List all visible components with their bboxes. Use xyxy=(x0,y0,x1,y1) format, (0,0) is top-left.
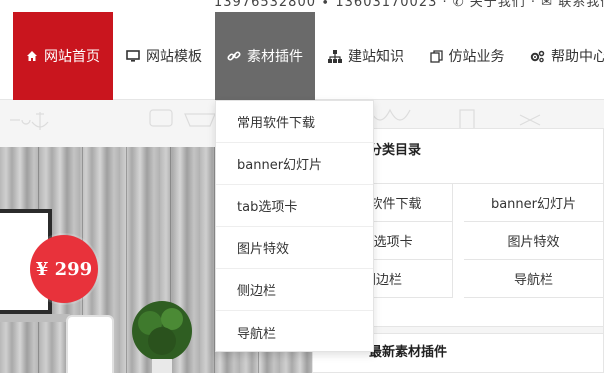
nav-label-knowledge: 建站知识 xyxy=(348,49,404,65)
link-icon xyxy=(227,49,241,63)
gears-icon xyxy=(530,50,545,63)
nav-label-home: 网站首页 xyxy=(44,49,100,65)
plank-line xyxy=(126,147,127,373)
nav-item-help[interactable]: 帮助中心 xyxy=(518,12,604,100)
latest-plugins-title: 最新素材插件 xyxy=(369,345,448,360)
nav-item-plugins[interactable]: 素材插件 xyxy=(215,12,315,100)
copy-icon xyxy=(429,49,443,63)
category-cell[interactable]: banner幻灯片 xyxy=(464,184,604,222)
plugins-dropdown-menu: 常用软件下载 banner幻灯片 tab选项卡 图片特效 侧边栏 导航栏 xyxy=(215,100,374,352)
nav-label-templates: 网站模板 xyxy=(146,49,202,65)
home-icon xyxy=(26,50,38,62)
nav-label-clone-service: 仿站业务 xyxy=(448,49,505,65)
price-badge: ¥ 299 xyxy=(30,235,98,303)
nav-item-clone-service[interactable]: 仿站业务 xyxy=(417,12,517,100)
nav-label-help: 帮助中心 xyxy=(551,49,604,65)
dropdown-item-sidebar[interactable]: 侧边栏 xyxy=(216,269,373,311)
sitemap-icon xyxy=(328,49,342,63)
category-title: 分类目录 xyxy=(369,143,422,158)
monitor-icon xyxy=(126,50,140,62)
category-cell[interactable]: 导航栏 xyxy=(464,260,604,298)
nav-item-knowledge[interactable]: 建站知识 xyxy=(316,12,416,100)
dropdown-item-image-effects[interactable]: 图片特效 xyxy=(216,227,373,269)
nav-label-plugins: 素材插件 xyxy=(247,49,303,65)
category-cell[interactable]: 图片特效 xyxy=(464,222,604,260)
phone-mockup xyxy=(66,315,114,373)
dropdown-item-banner[interactable]: banner幻灯片 xyxy=(216,143,373,185)
laptop-base xyxy=(0,314,70,322)
dropdown-item-navbar[interactable]: 导航栏 xyxy=(216,311,373,353)
main-nav: 网站首页 网站模板 素材插件 建站知识 仿站业务 帮助中心 xyxy=(0,12,604,100)
dropdown-item-tab[interactable]: tab选项卡 xyxy=(216,185,373,227)
top-contact-strip: 13976532800 ∙ 13603170023 · ✆ 关于我们 · ✉ 联… xyxy=(0,0,604,12)
nav-item-home[interactable]: 网站首页 xyxy=(13,12,113,100)
nav-item-templates[interactable]: 网站模板 xyxy=(114,12,214,100)
dropdown-item-software[interactable]: 常用软件下载 xyxy=(216,101,373,143)
top-contact-text: 13976532800 ∙ 13603170023 · ✆ 关于我们 · ✉ 联… xyxy=(214,0,604,10)
plant-icon xyxy=(132,301,192,373)
